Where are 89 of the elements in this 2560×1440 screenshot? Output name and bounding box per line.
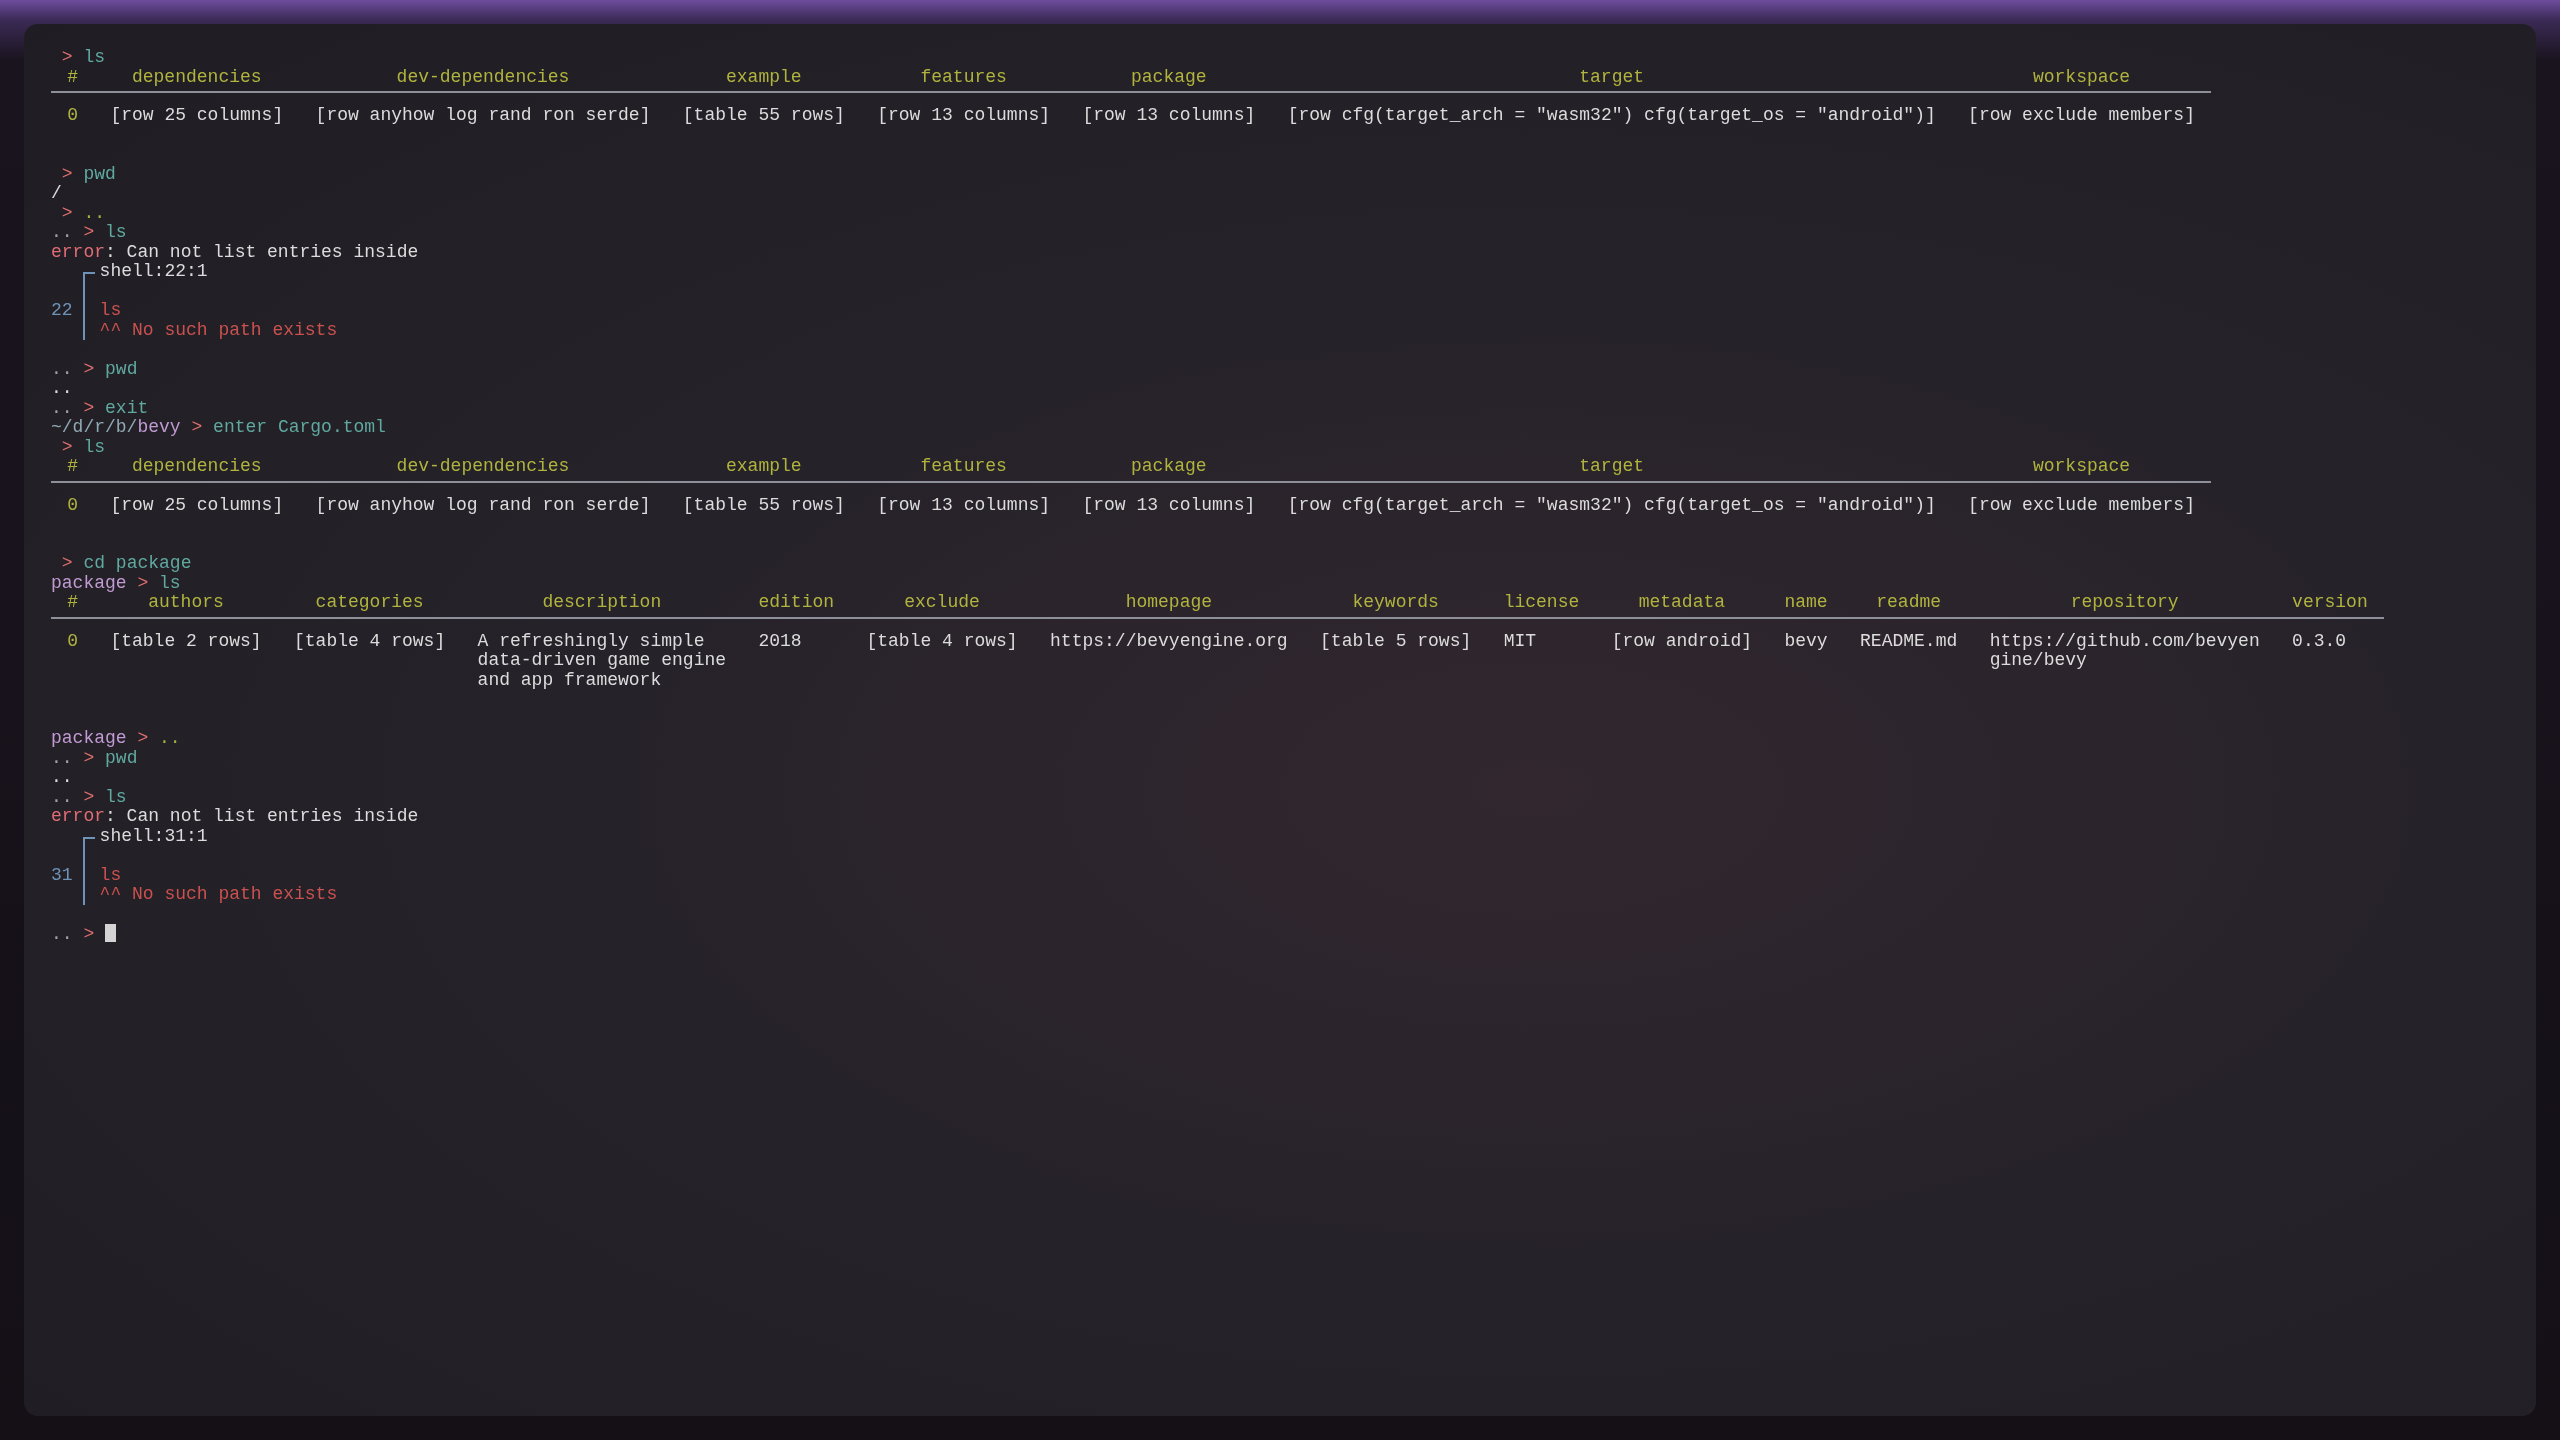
column-header: # <box>51 67 95 92</box>
table-cell: 2018 <box>742 617 851 690</box>
error-note: ^^ No such path exists <box>99 884 338 904</box>
table-cell: [row 13 columns] <box>1066 92 1272 126</box>
column-header: target <box>1271 457 1952 482</box>
prompt-line: .. > exit <box>51 397 149 418</box>
prompt-line: .. > pwd <box>51 358 138 379</box>
table-cell: https://github.com/bevyen gine/bevy <box>1973 617 2276 690</box>
prompt-line: package > .. <box>51 728 181 748</box>
prompt-line: > cd package <box>60 553 192 573</box>
source-code: ls <box>99 864 122 885</box>
column-header: features <box>861 457 1067 482</box>
column-header: metadata <box>1595 593 1769 618</box>
prompt-line: > .. <box>60 202 106 223</box>
table-cell: MIT <box>1487 617 1596 690</box>
table-cell: A refreshingly simple data-driven game engine and app framework <box>461 617 743 690</box>
table-cell: README.md <box>1843 617 1974 690</box>
column-header: dependencies <box>94 457 300 482</box>
column-header: readme <box>1843 593 1974 618</box>
column-header: example <box>666 67 862 92</box>
error-message: error: Can not list entries inside <box>51 807 420 827</box>
table-cell: [table 55 rows] <box>666 92 862 126</box>
column-header: exclude <box>850 593 1034 618</box>
column-header: target <box>1271 67 1952 92</box>
column-header: workspace <box>1951 67 2212 92</box>
column-header: name <box>1768 593 1844 618</box>
error-location: shell:22:1 <box>99 261 208 281</box>
column-header: edition <box>742 593 851 618</box>
column-header: dev-dependencies <box>299 67 667 92</box>
prompt-line: > pwd <box>61 163 116 184</box>
table-cell: [row anyhow log rand ron serde] <box>299 481 667 515</box>
table-cell: [row cfg(target_arch = "wasm32") cfg(target_os = "android")] <box>1271 92 1952 126</box>
line-number: 31 <box>51 864 73 885</box>
table-cell: [table 2 rows] <box>94 617 278 690</box>
column-header: # <box>51 593 95 618</box>
row-index: 0 <box>51 617 95 690</box>
table-cell: [row exclude members] <box>1951 481 2212 515</box>
column-header: dev-dependencies <box>299 457 667 482</box>
output-line: .. <box>51 768 74 788</box>
prompt-line: .. > <box>51 924 96 944</box>
prompt-line: .. > ls <box>51 786 127 807</box>
column-header: homepage <box>1033 593 1304 618</box>
table-cell: [row anyhow log rand ron serde] <box>299 92 667 126</box>
column-header: example <box>666 457 862 482</box>
table-cell: [table 4 rows] <box>850 617 1034 690</box>
table-cell: [row exclude members] <box>1951 92 2212 126</box>
column-header: version <box>2275 593 2384 618</box>
table-cell: [row 13 columns] <box>861 481 1067 515</box>
column-header: features <box>861 67 1067 92</box>
table-cell: [row 13 columns] <box>1066 481 1272 515</box>
column-header: workspace <box>1951 457 2212 482</box>
column-header: description <box>461 593 743 618</box>
row-index: 0 <box>51 481 95 515</box>
column-header: # <box>51 457 95 482</box>
error-note: ^^ No such path exists <box>99 319 338 340</box>
line-number: 22 <box>51 300 73 320</box>
error-location: shell:31:1 <box>99 825 208 846</box>
column-header: package <box>1066 67 1272 92</box>
prompt-line: ~/d/r/b/bevy > enter Cargo.toml <box>51 417 386 437</box>
table-cell: [table 4 rows] <box>277 617 462 690</box>
column-header: authors <box>94 593 278 618</box>
column-header: package <box>1066 457 1272 482</box>
column-header: categories <box>277 593 462 618</box>
table-cell: [table 55 rows] <box>666 481 862 515</box>
prompt-line: package > ls <box>51 572 181 593</box>
error-bracket <box>83 836 96 905</box>
table-cell: [row 13 columns] <box>861 92 1067 126</box>
table-cell: [row 25 columns] <box>94 92 300 126</box>
source-code: ls <box>99 300 122 320</box>
prompt-line: .. > pwd <box>51 747 138 768</box>
table-cell: [row android] <box>1595 617 1769 690</box>
column-header: license <box>1487 593 1596 618</box>
table-cell: https://bevyengine.org <box>1033 617 1304 690</box>
table-cell: bevy <box>1768 617 1844 690</box>
error-bracket <box>83 272 96 340</box>
row-index: 0 <box>51 92 95 126</box>
table-cell: [table 5 rows] <box>1303 617 1488 690</box>
output-line: / <box>51 184 63 204</box>
error-message: error: Can not list entries inside <box>51 242 420 262</box>
table-cell: 0.3.0 <box>2275 617 2384 690</box>
table-cell: [row 25 columns] <box>94 481 300 515</box>
prompt-line: > ls <box>60 47 106 67</box>
column-header: dependencies <box>94 67 300 92</box>
output-line: .. <box>51 379 74 399</box>
column-header: keywords <box>1303 593 1488 618</box>
column-header: repository <box>1973 593 2276 618</box>
table-cell: [row cfg(target_arch = "wasm32") cfg(target_os = "android")] <box>1271 481 1952 515</box>
prompt-line: > ls <box>60 436 106 457</box>
prompt-line: .. > ls <box>51 222 127 242</box>
